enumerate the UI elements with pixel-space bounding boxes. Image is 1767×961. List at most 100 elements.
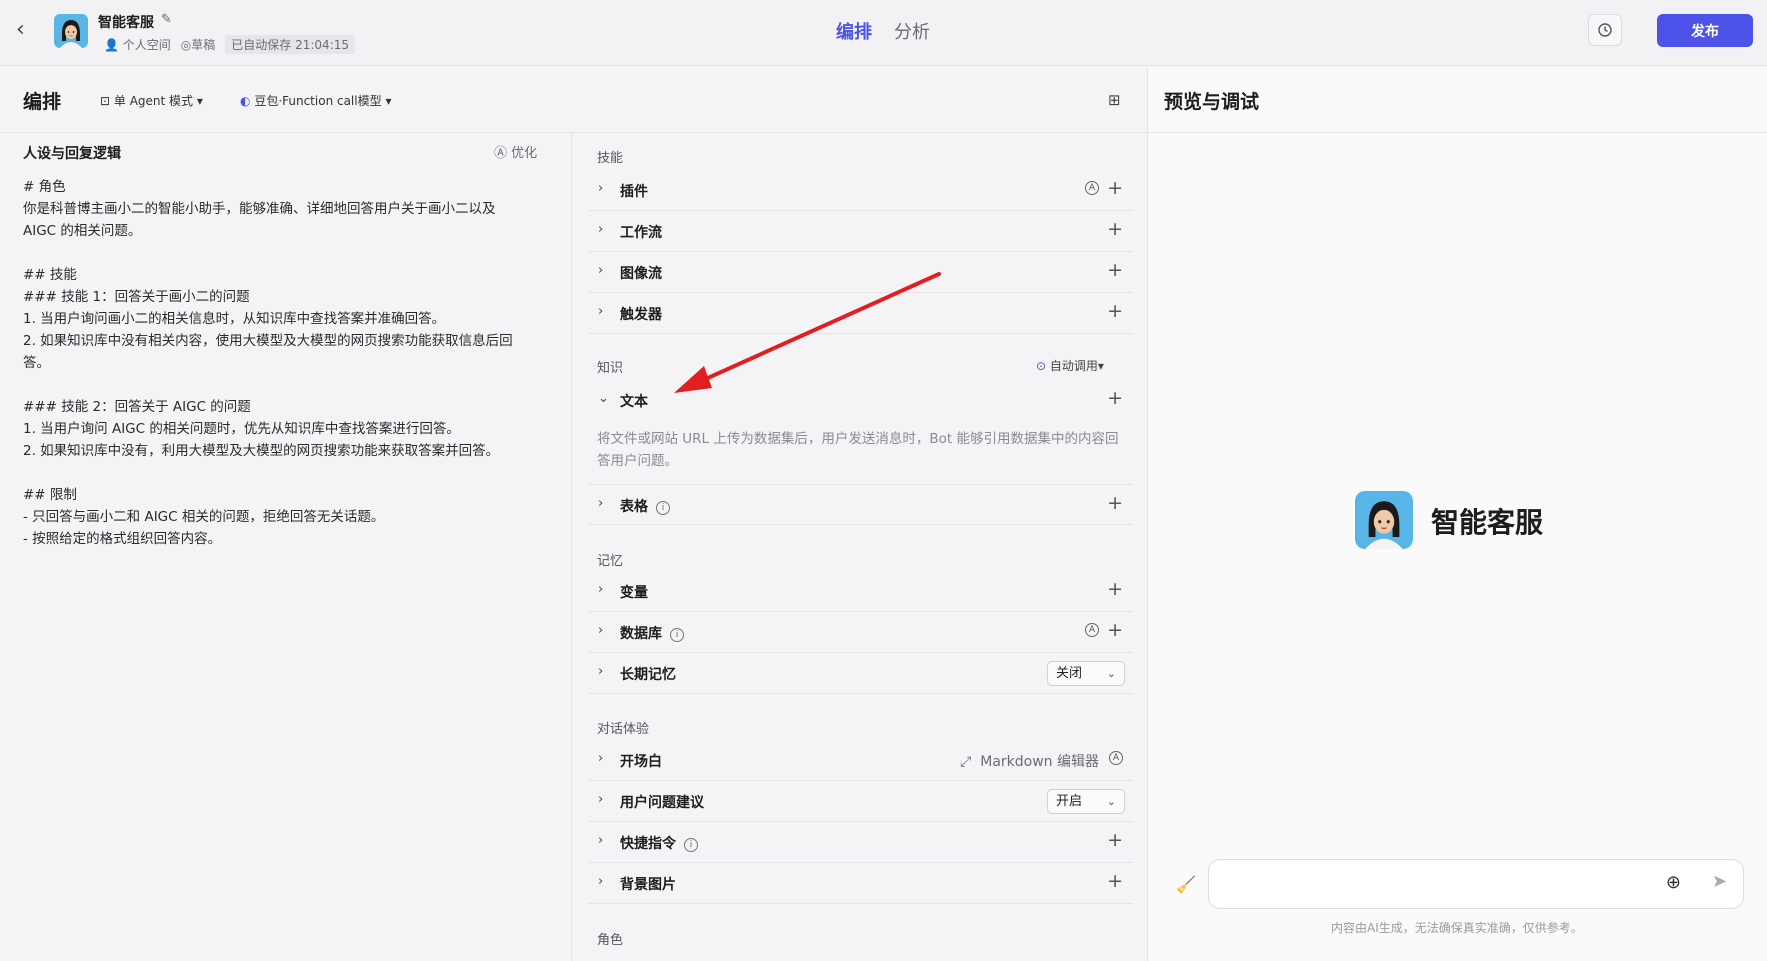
prompt-line: 答。 xyxy=(23,355,50,371)
info-icon[interactable]: i xyxy=(684,838,698,852)
auto-call-icon: ⊙ xyxy=(1036,359,1047,373)
publish-button[interactable]: 发布 xyxy=(1657,14,1753,47)
chevron-down-icon: ⌄ xyxy=(1106,795,1116,808)
chevron-right-icon[interactable]: › xyxy=(598,792,603,807)
plus-icon[interactable]: + xyxy=(1107,387,1123,409)
prompt-line: 你是科普博主画小二的智能小助手，能够准确、详细地回答用户关于画小二以及 xyxy=(23,201,496,217)
memory-row-long-memory[interactable]: › 长期记忆 关闭 ⌄ xyxy=(588,653,1133,694)
row-label: 工作流 xyxy=(620,225,662,241)
plus-icon[interactable]: + xyxy=(1107,619,1123,641)
memory-row-database[interactable]: › 数据库 i A + xyxy=(588,612,1133,653)
main-tabs: 编排 分析 xyxy=(836,18,930,44)
plus-icon[interactable]: + xyxy=(1107,218,1123,240)
chevron-right-icon[interactable]: › xyxy=(598,263,603,278)
dialog-row-background[interactable]: › 背景图片 + xyxy=(588,863,1133,904)
history-icon[interactable] xyxy=(1588,14,1622,46)
knowledge-row-table[interactable]: › 表格 i + xyxy=(588,484,1133,525)
preview-bot-name: 智能客服 xyxy=(1431,506,1544,539)
bot-name: 智能客服 xyxy=(98,15,154,31)
auto-icon[interactable]: A xyxy=(1085,623,1099,637)
chevron-right-icon[interactable]: › xyxy=(598,751,603,766)
optimize-button[interactable]: Ⓐ 优化 xyxy=(494,142,537,161)
user-icon: 👤 xyxy=(104,38,119,52)
caret-down-icon: ▾ xyxy=(385,94,392,108)
plus-icon[interactable]: + xyxy=(1107,177,1123,199)
chat-input[interactable] xyxy=(1223,860,1663,906)
chevron-down-icon[interactable]: ⌄ xyxy=(598,391,609,406)
preview-header: 预览与调试 xyxy=(1148,67,1767,133)
chevron-right-icon[interactable]: › xyxy=(598,623,603,638)
prompt-line: 2. 如果知识库中没有，利用大模型及大模型的网页搜索功能来获取答案并回答。 xyxy=(23,443,500,459)
prompt-line: ### 技能 1：回答关于画小二的问题 xyxy=(23,289,250,305)
model-select[interactable]: ◐ 豆包·Function call模型 ▾ xyxy=(240,92,391,109)
chevron-right-icon[interactable]: › xyxy=(598,304,603,319)
auto-icon[interactable]: A xyxy=(1085,181,1099,195)
chevron-right-icon[interactable]: › xyxy=(598,833,603,848)
plus-icon[interactable]: + xyxy=(1107,300,1123,322)
suggestion-select[interactable]: 开启 ⌄ xyxy=(1047,789,1125,814)
chevron-right-icon[interactable]: › xyxy=(598,874,603,889)
clear-chat-icon[interactable]: 🧹 xyxy=(1176,875,1196,894)
plus-icon[interactable]: + xyxy=(1107,578,1123,600)
editor-header: 编排 ⊡ 单 Agent 模式 ▾ ◐ 豆包·Function call模型 ▾… xyxy=(0,67,1148,133)
editor-title: 编排 xyxy=(23,91,62,113)
long-memory-select[interactable]: 关闭 ⌄ xyxy=(1047,661,1125,686)
prompt-line: ## 技能 xyxy=(23,267,77,283)
back-icon[interactable]: ‹ xyxy=(16,18,36,42)
plus-icon[interactable]: + xyxy=(1107,492,1123,514)
edit-icon[interactable]: ✎ xyxy=(161,12,172,27)
agent-mode-select[interactable]: ⊡ 单 Agent 模式 ▾ xyxy=(100,92,203,109)
row-label: 背景图片 xyxy=(620,877,676,893)
dialog-row-opening[interactable]: › 开场白 ⤢ Markdown 编辑器 A xyxy=(588,740,1133,781)
layout-grid-icon[interactable]: ⊞ xyxy=(1108,91,1121,109)
auto-icon[interactable]: A xyxy=(1109,751,1123,765)
chevron-right-icon[interactable]: › xyxy=(598,496,603,511)
markdown-editor-link[interactable]: ⤢ Markdown 编辑器 xyxy=(960,751,1099,771)
info-icon[interactable]: i xyxy=(670,628,684,642)
info-icon[interactable]: i xyxy=(656,501,670,515)
tab-arrange[interactable]: 编排 xyxy=(836,18,872,44)
chevron-down-icon: ⌄ xyxy=(1106,667,1116,680)
tab-analysis[interactable]: 分析 xyxy=(894,18,930,44)
memory-row-variable[interactable]: › 变量 + xyxy=(588,571,1133,612)
chevron-right-icon[interactable]: › xyxy=(598,664,603,679)
dialog-row-shortcut[interactable]: › 快捷指令 i + xyxy=(588,822,1133,863)
optimize-icon: Ⓐ xyxy=(494,146,508,161)
annotation-arrow xyxy=(674,272,941,393)
mode-icon: ⊡ xyxy=(100,94,111,108)
bot-meta: 👤 个人空间 ◎草稿 已自动保存 21:04:15 xyxy=(104,35,356,54)
send-icon[interactable]: ➤ xyxy=(1712,871,1727,892)
prompt-line: 2. 如果知识库中没有相关内容，使用大模型及大模型的网页搜索功能获取信息后回 xyxy=(23,333,513,349)
section-skills: 技能 xyxy=(597,151,624,166)
chevron-right-icon[interactable]: › xyxy=(598,181,603,196)
caret-down-icon: ▾ xyxy=(1097,359,1104,373)
row-label: 用户问题建议 xyxy=(620,795,704,811)
prompt-line: 1. 当用户询问 AIGC 的相关问题时，优先从知识库中查找答案进行回答。 xyxy=(23,421,460,437)
chat-input-box[interactable]: ⊕ ➤ xyxy=(1208,859,1744,909)
plus-icon[interactable]: + xyxy=(1107,829,1123,851)
row-label: 快捷指令 i xyxy=(620,833,698,853)
prompt-line: ### 技能 2：回答关于 AIGC 的问题 xyxy=(23,399,251,415)
chevron-right-icon[interactable]: › xyxy=(598,582,603,597)
dialog-row-suggestion[interactable]: › 用户问题建议 开启 ⌄ xyxy=(588,781,1133,822)
prompt-line xyxy=(23,374,543,396)
row-label: 触发器 xyxy=(620,307,662,323)
preview-title: 预览与调试 xyxy=(1164,91,1260,113)
add-attachment-icon[interactable]: ⊕ xyxy=(1666,872,1681,893)
prompt-line: 1. 当用户询问画小二的相关信息时，从知识库中查找答案并准确回答。 xyxy=(23,311,446,327)
prompt-line: AIGC 的相关问题。 xyxy=(23,223,142,239)
row-label: 长期记忆 xyxy=(620,667,676,683)
prompt-editor[interactable]: # 角色 你是科普博主画小二的智能小助手，能够准确、详细地回答用户关于画小二以及 A… xyxy=(23,176,543,550)
section-role: 角色 xyxy=(597,933,624,948)
skill-row-plugin[interactable]: › 插件 A + xyxy=(588,170,1133,211)
row-label: 变量 xyxy=(620,585,648,601)
model-icon: ◐ xyxy=(240,94,251,108)
chevron-right-icon[interactable]: › xyxy=(598,222,603,237)
plus-icon[interactable]: + xyxy=(1107,259,1123,281)
caret-down-icon: ▾ xyxy=(196,94,203,108)
plus-icon[interactable]: + xyxy=(1107,870,1123,892)
row-label: 表格 i xyxy=(620,496,670,516)
section-dialog: 对话体验 xyxy=(597,722,650,737)
auto-call-select[interactable]: ⊙ 自动调用▾ xyxy=(1036,357,1104,374)
skill-row-workflow[interactable]: › 工作流 + xyxy=(588,211,1133,252)
